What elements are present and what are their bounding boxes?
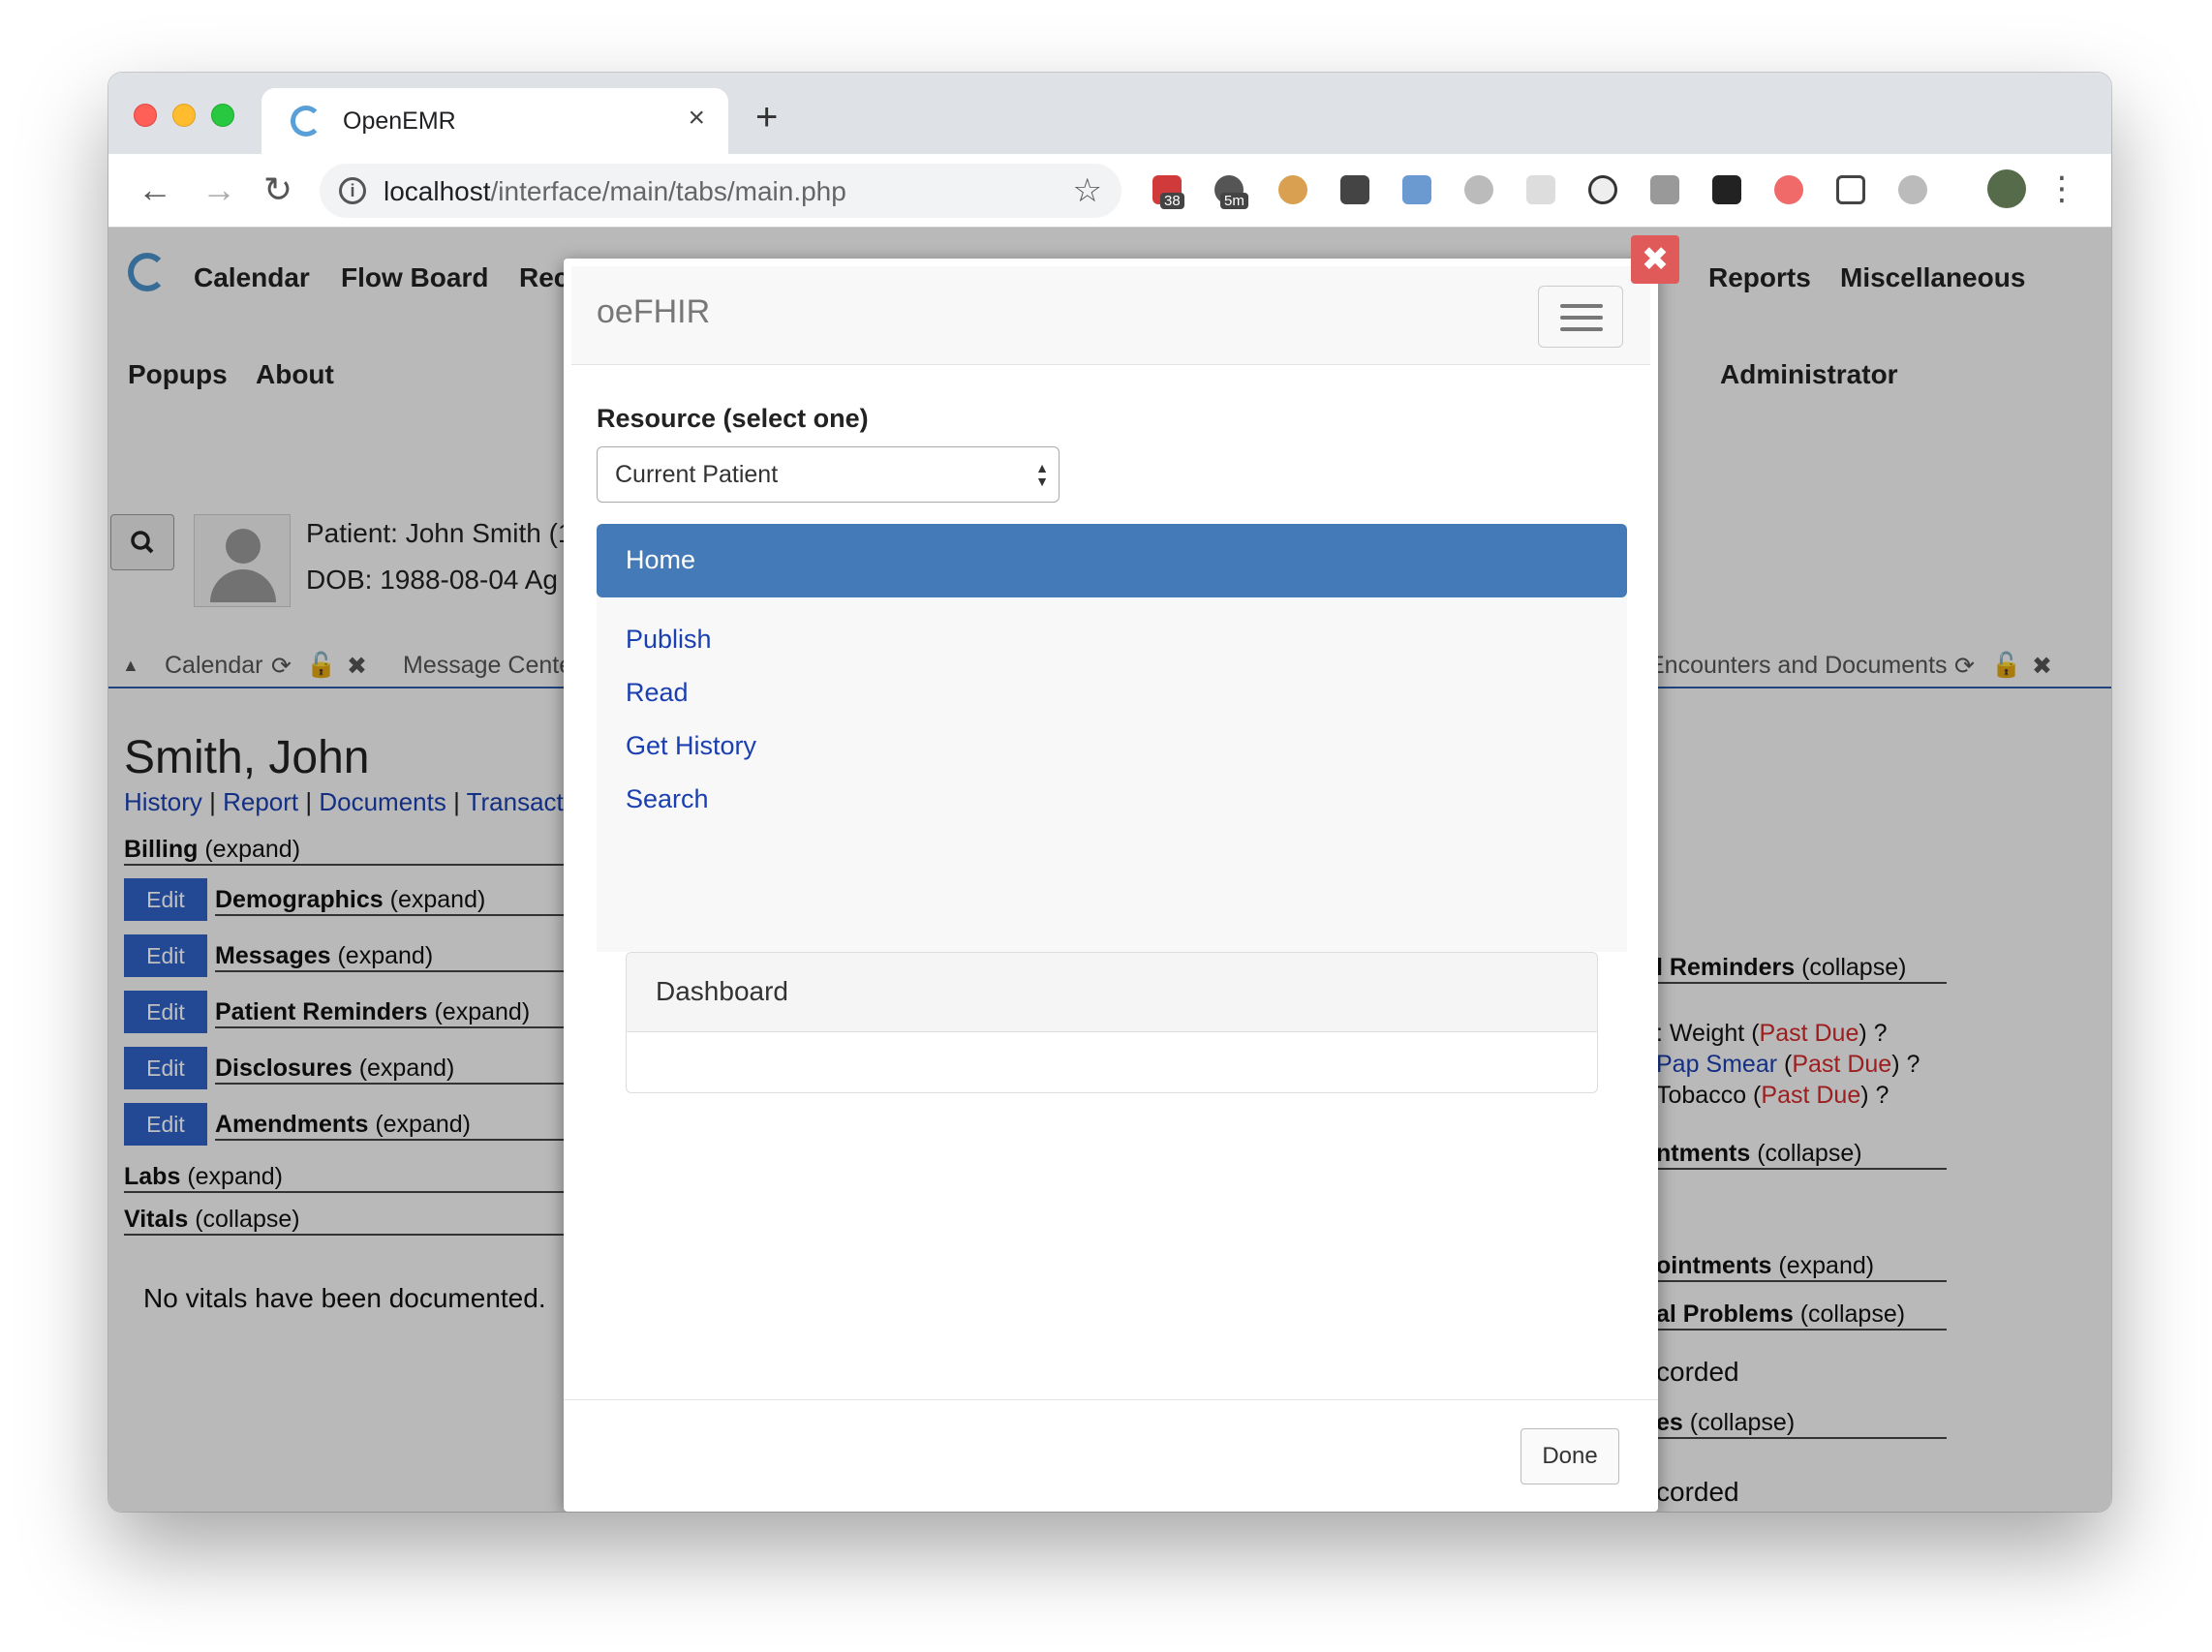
extension-x-icon[interactable] [1712,175,1741,204]
browser-window: OpenEMR × + ← → ↻ i localhost/interface/… [108,73,2111,1512]
tab-close-icon[interactable]: × [688,102,705,135]
extension-circle-icon[interactable] [1464,175,1493,204]
fhir-nav: Home Publish Read Get History Search [597,524,1627,952]
back-icon[interactable]: ← [138,169,172,210]
nav-item-publish[interactable]: Publish [626,625,712,655]
extension-download-icon[interactable] [1340,175,1369,204]
oefhir-modal: oeFHIR Resource (select one) Current Pat… [564,259,1658,1512]
extension-doc-icon[interactable] [1402,175,1431,204]
resource-select[interactable]: Current Patient ▲ ▼ [597,446,1060,503]
address-bar[interactable]: i localhost/interface/main/tabs/main.php… [320,164,1121,218]
profile-avatar-icon[interactable] [1987,169,2026,208]
bookmark-star-icon[interactable]: ☆ [1073,171,1102,210]
tab-strip: OpenEMR × + [108,73,2111,154]
dashboard-panel: Dashboard [626,952,1598,1093]
close-window-button[interactable] [134,104,157,127]
navbar-toggle-button[interactable] [1538,286,1623,348]
nav-item-home[interactable]: Home [597,524,1627,597]
browser-tab[interactable]: OpenEMR × [261,88,728,154]
extension-timer-icon[interactable]: 5m [1214,175,1248,209]
modal-close-icon[interactable]: ✖ [1631,235,1679,284]
extension-screenshot-icon[interactable] [1836,175,1865,204]
select-arrows-icon: ▲ ▼ [1035,460,1049,489]
tab-title: OpenEMR [343,107,456,135]
extension-css-icon[interactable] [1526,175,1555,204]
reload-icon[interactable]: ↻ [263,169,292,210]
extension-cookie-icon[interactable] [1278,175,1307,204]
url-text[interactable]: localhost/interface/main/tabs/main.php [384,176,846,207]
nav-item-read[interactable]: Read [626,678,689,708]
nav-item-search[interactable]: Search [626,784,709,814]
dashboard-panel-heading: Dashboard [627,953,1597,1032]
extension-h-icon[interactable] [1898,175,1927,204]
browser-toolbar: ← → ↻ i localhost/interface/main/tabs/ma… [108,154,2111,228]
nav-item-get-history[interactable]: Get History [626,731,756,761]
minimize-window-button[interactable] [172,104,196,127]
navbar-brand[interactable]: oeFHIR [597,293,710,331]
openemr-favicon-icon [291,106,322,137]
site-info-icon[interactable]: i [339,177,366,204]
extension-dots-icon[interactable] [1774,175,1803,204]
resource-label: Resource (select one) [597,404,869,433]
new-tab-button[interactable]: + [755,96,778,139]
browser-menu-icon[interactable]: ⋮ [2045,169,2078,208]
extension-calendar-icon[interactable]: 38 [1152,175,1184,209]
forward-icon[interactable]: → [201,169,236,210]
extension-moon-icon[interactable] [1588,175,1617,204]
extension-camera-icon[interactable] [1650,175,1679,204]
modal-footer-divider [564,1399,1658,1400]
done-button[interactable]: Done [1521,1428,1619,1484]
maximize-window-button[interactable] [211,104,234,127]
modal-navbar: oeFHIR [571,266,1650,365]
resource-selected-value: Current Patient [615,461,779,488]
